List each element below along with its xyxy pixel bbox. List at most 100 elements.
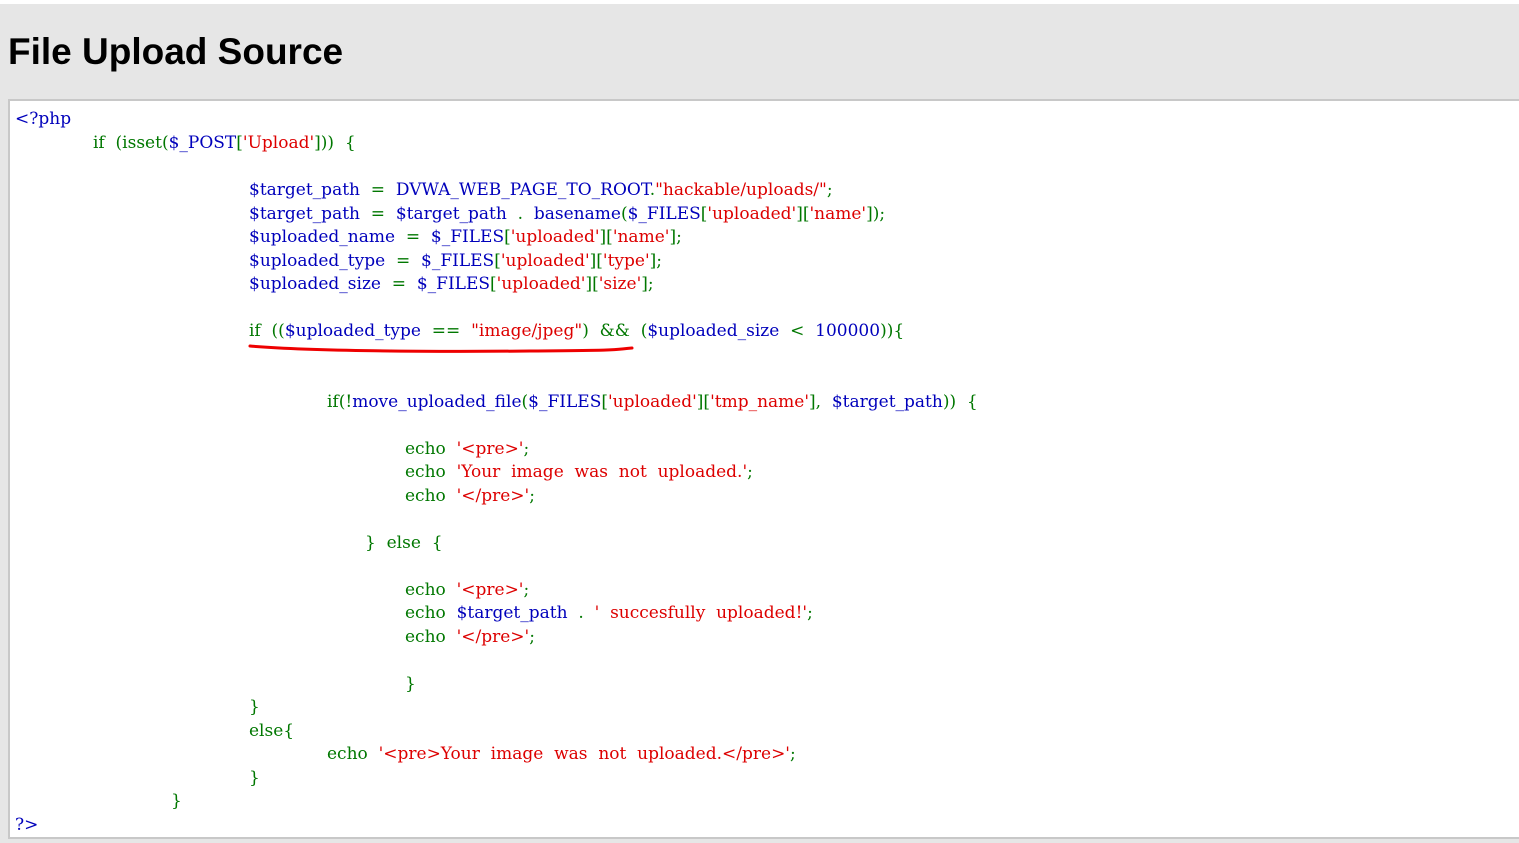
code-token: ) && ( xyxy=(582,321,648,341)
code-token: = xyxy=(395,251,422,271)
code-token: if (isset( xyxy=(93,133,169,153)
code-token: = xyxy=(370,204,396,224)
code-token: '<pre>' xyxy=(456,580,524,600)
code-line: $uploaded_size = $_FILES['uploaded']['si… xyxy=(249,272,654,296)
code-line: else{ xyxy=(249,719,294,743)
code-token: echo xyxy=(327,744,379,764)
code-token: $target_path xyxy=(456,603,579,623)
code-token: DVWA_WEB_PAGE_TO_ROOT xyxy=(395,180,650,200)
code-token: echo xyxy=(405,486,457,506)
code-line: <?php xyxy=(15,107,71,131)
code-token: move_uploaded_file xyxy=(352,392,522,412)
code-line: if(!move_uploaded_file($_FILES['uploaded… xyxy=(327,390,978,414)
code-token: else{ xyxy=(249,721,295,741)
code-line: echo 'Your image was not uploaded.'; xyxy=(405,460,753,484)
code-token: $_FILES xyxy=(627,204,701,224)
code-token: ][ xyxy=(696,392,711,412)
code-token: $_FILES xyxy=(528,392,602,412)
code-token: ; xyxy=(807,603,813,623)
code-token: 'name' xyxy=(612,227,670,247)
code-token: ; xyxy=(789,744,796,764)
code-token: . xyxy=(517,204,534,224)
code-line: ?> xyxy=(15,813,38,837)
code-line: echo '<pre>Your image was not uploaded.<… xyxy=(327,742,796,766)
code-token: . xyxy=(578,603,595,623)
code-token: '</pre>' xyxy=(456,627,530,647)
code-token: 100000 xyxy=(815,321,881,341)
code-token: $target_path xyxy=(249,180,371,200)
code-line: } else { xyxy=(365,531,443,555)
code-line: echo '<pre>'; xyxy=(405,437,529,461)
code-token: $uploaded_name xyxy=(249,227,406,247)
code-token: 'type' xyxy=(602,251,650,271)
code-token: 'uploaded' xyxy=(607,392,697,412)
code-token: if (( xyxy=(249,321,285,341)
page-title: File Upload Source xyxy=(8,31,344,72)
code-token: 'Your image was not uploaded.' xyxy=(456,462,748,482)
code-token: = xyxy=(405,227,431,247)
code-token: ; xyxy=(529,627,535,647)
code-token: ]); xyxy=(866,204,886,224)
code-token: $uploaded_size xyxy=(249,274,392,294)
code-token: ]; xyxy=(649,251,663,271)
code-line: if (isset($_POST['Upload'])) { xyxy=(93,131,356,155)
code-token: } else { xyxy=(365,533,443,553)
code-token: '<pre>Your image was not uploaded.</pre>… xyxy=(378,744,790,764)
code-token: <?php xyxy=(15,109,72,129)
code-token: echo xyxy=(405,627,457,647)
code-token: ][ xyxy=(796,204,810,224)
code-token: $_FILES xyxy=(416,274,490,294)
code-token: [ xyxy=(494,251,501,271)
code-line: } xyxy=(249,766,260,790)
code-token: echo xyxy=(405,439,457,459)
code-line: } xyxy=(171,789,182,813)
code-token: ; xyxy=(826,180,833,200)
code-token: ][ xyxy=(599,227,613,247)
source-code-box: <?php if (isset($_POST['Upload'])) {$targ… xyxy=(8,99,1519,839)
code-token: $uploaded_type xyxy=(249,251,396,271)
code-token: $uploaded_type xyxy=(284,321,432,341)
code-line: $target_path = $target_path . basename($… xyxy=(249,202,885,226)
code-token: $_POST xyxy=(168,133,237,153)
code-line: if (($uploaded_type == "image/jpeg") && … xyxy=(249,319,904,343)
code-token: )){ xyxy=(880,321,905,341)
code-token: [ xyxy=(504,227,511,247)
code-token: ]; xyxy=(669,227,682,247)
code-token: )) { xyxy=(942,392,978,412)
code-token: ' succesfully uploaded!' xyxy=(594,603,808,623)
code-token: $uploaded_size xyxy=(647,321,791,341)
code-token: 'uploaded' xyxy=(707,204,797,224)
code-token: $_FILES xyxy=(430,227,505,247)
code-token: echo xyxy=(405,462,457,482)
code-token: '</pre>' xyxy=(456,486,530,506)
code-token: $target_path xyxy=(831,392,943,412)
code-token: ( xyxy=(620,204,628,224)
code-token: } xyxy=(405,674,416,694)
code-token: echo xyxy=(405,580,457,600)
code-line: echo '<pre>'; xyxy=(405,578,529,602)
code-token: ; xyxy=(529,486,535,506)
code-token: 'name' xyxy=(809,204,867,224)
code-token: ], xyxy=(809,392,832,412)
code-line: $uploaded_name = $_FILES['uploaded']['na… xyxy=(249,225,682,249)
code-token: $target_path xyxy=(249,204,371,224)
code-token: if(! xyxy=(327,392,353,412)
code-token: == xyxy=(431,321,472,341)
window-top-strip xyxy=(0,0,1519,4)
code-token: $target_path xyxy=(395,204,518,224)
code-token: 'size' xyxy=(598,274,642,294)
code-token: echo xyxy=(405,603,457,623)
code-token: ]; xyxy=(641,274,654,294)
code-line: } xyxy=(249,695,260,719)
code-token: ?> xyxy=(15,815,39,835)
code-token: ])) { xyxy=(314,133,356,153)
code-line: $target_path = DVWA_WEB_PAGE_TO_ROOT."ha… xyxy=(249,178,833,202)
code-token: [ xyxy=(490,274,497,294)
code-token: 'Upload' xyxy=(242,133,315,153)
code-token: = xyxy=(391,274,417,294)
code-token: [ xyxy=(601,392,608,412)
code-token: ; xyxy=(523,580,530,600)
code-line: echo '</pre>'; xyxy=(405,484,535,508)
code-line: } xyxy=(405,672,416,696)
code-token: '<pre>' xyxy=(456,439,524,459)
